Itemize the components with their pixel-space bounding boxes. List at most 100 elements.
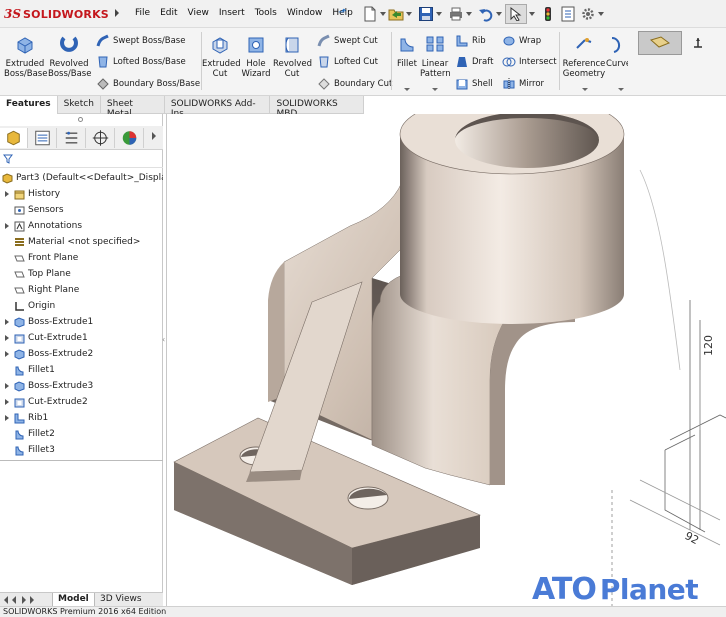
rollback-bar[interactable]: [0, 460, 163, 461]
fillet-dropdown-icon[interactable]: [404, 88, 410, 91]
tree-item[interactable]: Annotations: [0, 218, 163, 234]
menu-insert[interactable]: Insert: [214, 8, 250, 18]
chevron-down-icon[interactable]: [598, 12, 604, 16]
menu-file[interactable]: File: [130, 8, 155, 18]
menu-window[interactable]: Window: [282, 8, 328, 18]
menu-tools[interactable]: Tools: [250, 8, 282, 18]
swept-cut-button[interactable]: Swept Cut: [317, 33, 378, 49]
reference-geometry-dropdown-icon[interactable]: [582, 88, 588, 91]
menu-edit[interactable]: Edit: [155, 8, 182, 18]
lofted-boss-button[interactable]: Lofted Boss/Base: [96, 54, 186, 70]
chevron-right-icon[interactable]: [152, 132, 156, 140]
tree-item[interactable]: Sensors: [0, 202, 163, 218]
expand-arrow-icon[interactable]: [4, 398, 12, 406]
rebuild-button[interactable]: [540, 4, 556, 24]
expand-arrow-icon[interactable]: [4, 414, 12, 422]
linear-pattern-button[interactable]: Linear Pattern: [420, 34, 451, 79]
tree-item[interactable]: Boss-Extrude1: [0, 314, 163, 330]
tab-3d-views[interactable]: 3D Views: [95, 593, 147, 607]
boundary-cut-button[interactable]: Boundary Cut: [317, 76, 392, 92]
extruded-cut-button[interactable]: Extruded Cut: [202, 34, 241, 79]
tree-item[interactable]: Top Plane: [0, 266, 163, 282]
expand-arrow-icon[interactable]: [4, 382, 12, 390]
chevron-down-icon[interactable]: [406, 12, 412, 16]
chevron-down-icon[interactable]: [436, 12, 442, 16]
options-button[interactable]: [580, 4, 604, 24]
graphics-area[interactable]: 120 92: [166, 114, 726, 606]
display-manager-tab-icon[interactable]: [116, 128, 144, 148]
tree-item[interactable]: Boss-Extrude2: [0, 346, 163, 362]
expand-arrow-icon[interactable]: [4, 334, 12, 342]
instant3d-button[interactable]: [638, 31, 682, 55]
revolved-boss-button[interactable]: Revolved Boss/Base: [48, 34, 91, 79]
tree-root-part[interactable]: Part3 (Default<<Default>_Display State 1…: [0, 170, 163, 186]
file-properties-button[interactable]: [560, 4, 576, 24]
wrap-button[interactable]: Wrap: [502, 33, 541, 49]
tree-item[interactable]: History: [0, 186, 163, 202]
swept-boss-button[interactable]: Swept Boss/Base: [96, 33, 185, 49]
linear-pattern-dropdown-icon[interactable]: [432, 88, 438, 91]
boundary-boss-button[interactable]: Boundary Boss/Base: [96, 76, 200, 92]
tab-sketch[interactable]: Sketch: [58, 96, 101, 114]
open-button[interactable]: [388, 4, 412, 24]
tree-item[interactable]: Front Plane: [0, 250, 163, 266]
fillet-button[interactable]: Fillet: [394, 34, 420, 69]
view-orientation-icon[interactable]: [690, 36, 706, 52]
expand-arrow-icon[interactable]: [4, 190, 12, 198]
dimxpert-manager-tab-icon[interactable]: [87, 128, 115, 148]
tree-item[interactable]: Fillet2: [0, 426, 163, 442]
tree-item[interactable]: Origin: [0, 298, 163, 314]
tree-item[interactable]: Material <not specified>: [0, 234, 163, 250]
extruded-boss-button[interactable]: Extruded Boss/Base: [4, 34, 47, 79]
filter-icon[interactable]: [3, 154, 13, 164]
scroll-left-icon[interactable]: [4, 596, 8, 604]
revolved-cut-button[interactable]: Revolved Cut: [273, 34, 312, 79]
tree-item[interactable]: Cut-Extrude2: [0, 394, 163, 410]
scroll-left-icon[interactable]: [12, 596, 16, 604]
reference-geometry-button[interactable]: Reference Geometry: [561, 34, 607, 79]
save-button[interactable]: [418, 4, 442, 24]
tab-sheet-metal[interactable]: Sheet Metal: [101, 96, 165, 119]
chevron-down-icon[interactable]: [380, 12, 386, 16]
pin-menu-icon[interactable]: ⬏: [338, 7, 346, 18]
expand-arrow-icon[interactable]: [4, 222, 12, 230]
intersect-button[interactable]: Intersect: [502, 54, 557, 70]
feature-filter[interactable]: [0, 152, 163, 168]
hole-wizard-button[interactable]: Hole Wizard: [240, 34, 272, 79]
shell-button[interactable]: Shell: [455, 76, 493, 92]
chevron-down-icon[interactable]: [529, 12, 535, 16]
curves-button[interactable]: Curves: [606, 34, 628, 69]
select-button[interactable]: [505, 4, 535, 24]
curves-dropdown-icon[interactable]: [618, 88, 624, 91]
panel-grip-icon[interactable]: [78, 117, 83, 122]
tree-item[interactable]: Fillet1: [0, 362, 163, 378]
menu-view[interactable]: View: [183, 8, 214, 18]
rib-button[interactable]: Rib: [455, 33, 486, 49]
new-document-button[interactable]: [362, 4, 386, 24]
property-manager-tab-icon[interactable]: [29, 128, 57, 148]
scroll-right-icon[interactable]: [30, 596, 34, 604]
tree-item[interactable]: Boss-Extrude3: [0, 378, 163, 394]
tab-features[interactable]: Features: [0, 96, 58, 114]
scroll-right-icon[interactable]: [22, 596, 26, 604]
expand-arrow-icon[interactable]: [4, 350, 12, 358]
chevron-down-icon[interactable]: [466, 12, 472, 16]
tab-solidworks-mbd[interactable]: SOLIDWORKS MBD: [270, 96, 364, 119]
tree-item[interactable]: Cut-Extrude1: [0, 330, 163, 346]
draft-button[interactable]: Draft: [455, 54, 493, 70]
tree-item[interactable]: Rib1: [0, 410, 163, 426]
chevron-down-icon[interactable]: [496, 12, 502, 16]
print-button[interactable]: [448, 4, 472, 24]
lofted-cut-button[interactable]: Lofted Cut: [317, 54, 378, 70]
tree-item[interactable]: Right Plane: [0, 282, 163, 298]
solidworks-logo[interactable]: 3S SOLIDWORKS: [4, 6, 109, 22]
undo-button[interactable]: [478, 4, 502, 24]
tab-model[interactable]: Model: [52, 593, 95, 607]
tree-item[interactable]: Fillet3: [0, 442, 163, 458]
feature-manager-tab-icon[interactable]: [0, 128, 28, 148]
expand-arrow-icon[interactable]: [4, 318, 12, 326]
configuration-manager-tab-icon[interactable]: [58, 128, 86, 148]
mirror-button[interactable]: Mirror: [502, 76, 544, 92]
tab-solidworks-add-ins[interactable]: SOLIDWORKS Add-Ins: [165, 96, 271, 119]
logo-menu-arrow-icon[interactable]: [115, 9, 119, 17]
